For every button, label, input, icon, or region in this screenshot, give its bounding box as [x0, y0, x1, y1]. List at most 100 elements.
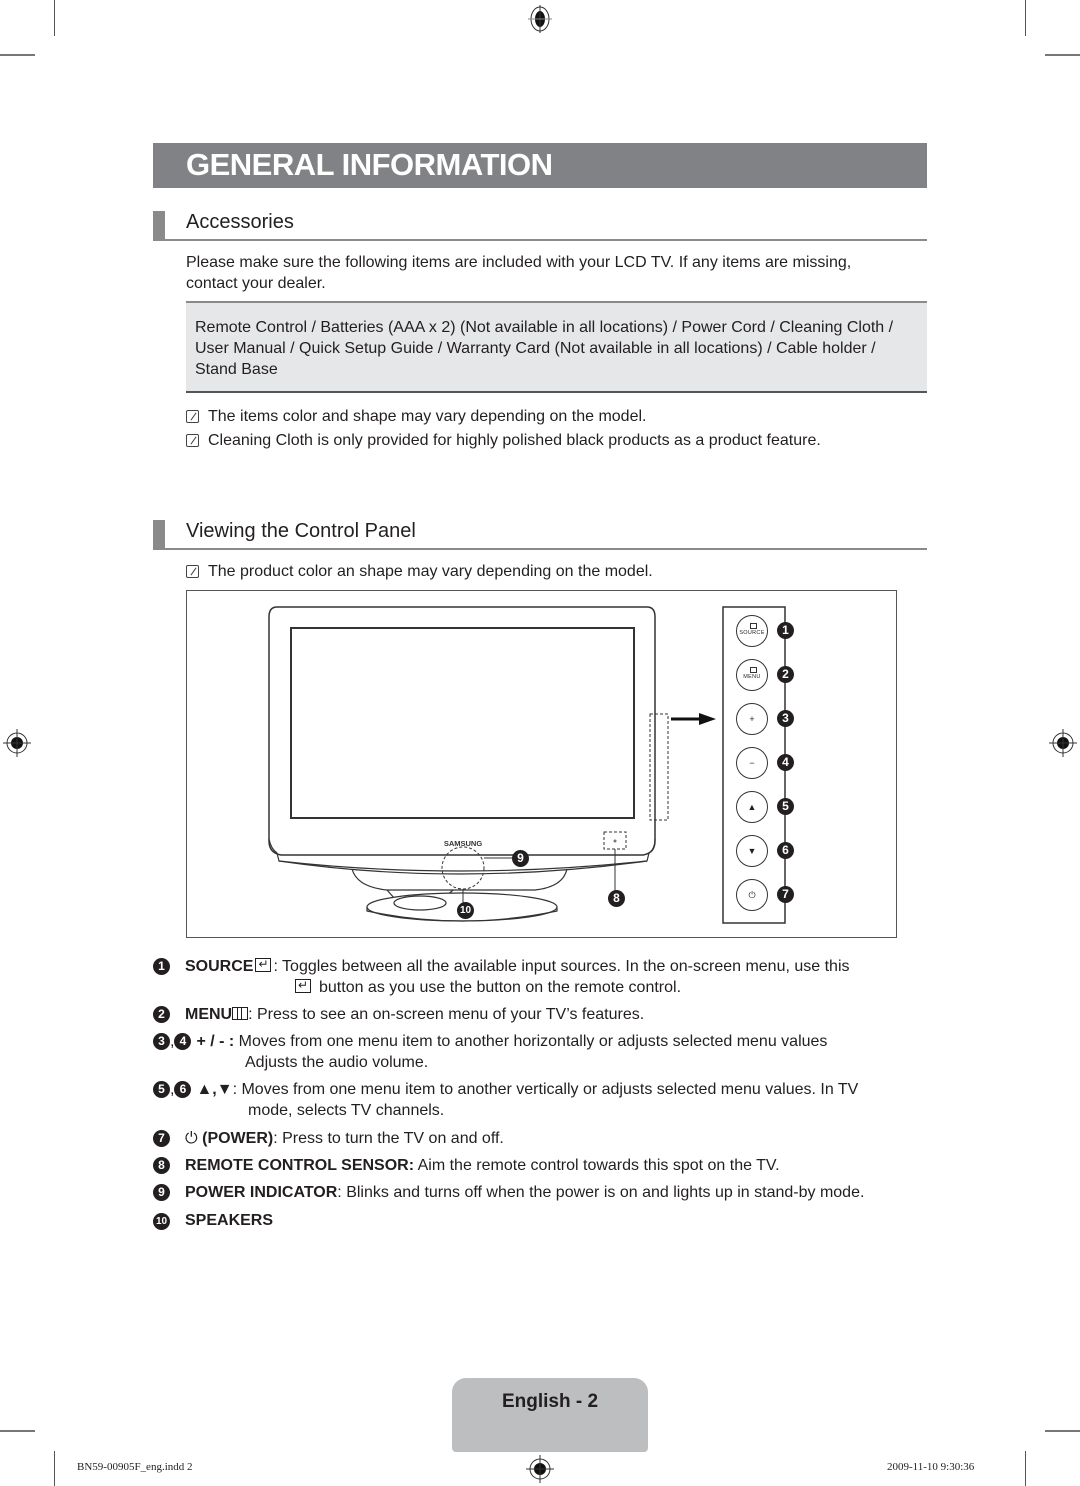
- callout-number: 10: [457, 902, 474, 919]
- section-heading-control-panel: Viewing the Control Panel: [153, 518, 927, 550]
- callout-number: 10: [153, 1213, 170, 1230]
- section-title: Accessories: [186, 211, 294, 233]
- page-title-bar: GENERAL INFORMATION: [153, 143, 927, 188]
- callout-numbers: 8: [153, 1157, 170, 1174]
- note-icon: [186, 434, 199, 447]
- callout-number: 7: [153, 1130, 170, 1147]
- accessories-items-list: Remote Control / Batteries (AAA x 2) (No…: [195, 319, 894, 378]
- crop-mark: [54, 0, 55, 36]
- description-item: 7 ⏻ (POWER): Press to turn the TV on and …: [153, 1128, 913, 1149]
- callout-numbers: 5,6: [153, 1081, 192, 1098]
- note-item: The product color an shape may vary depe…: [186, 562, 653, 582]
- callout-number: 8: [608, 890, 625, 907]
- callout-numbers: 1: [153, 958, 170, 975]
- callout-number: 5: [777, 798, 794, 815]
- callout-number: 5: [153, 1081, 170, 1098]
- description-text-continued: mode, selects TV channels.: [248, 1102, 445, 1119]
- note-text: The product color an shape may vary depe…: [208, 563, 653, 580]
- description-text: : Press to turn the TV on and off.: [273, 1130, 504, 1147]
- description-key: + / - :: [196, 1033, 235, 1050]
- callout-number: 9: [153, 1184, 170, 1201]
- callout-number: 6: [174, 1081, 192, 1098]
- description-key: SOURCE: [185, 958, 254, 975]
- crop-mark: [1045, 54, 1080, 56]
- source-icon: [295, 975, 311, 996]
- description-item: 9 POWER INDICATOR: Blinks and turns off w…: [153, 1182, 913, 1203]
- description-item: 1 SOURCE : Toggles between all the availab…: [153, 954, 913, 998]
- source-icon: [255, 954, 272, 975]
- crop-mark: [0, 1430, 35, 1432]
- description-text: : Blinks and turns off when the power is…: [337, 1184, 865, 1201]
- description-text: : Press to see an on-screen menu of your…: [248, 1006, 645, 1023]
- callout-numbers: 7: [153, 1130, 170, 1147]
- description-key: MENU: [185, 1006, 233, 1023]
- control-button-down-triangle[interactable]: ▼: [736, 835, 768, 867]
- callout-number: 3: [777, 710, 794, 727]
- callout-numbers: 10: [153, 1212, 170, 1230]
- callout-number: 4: [777, 754, 794, 771]
- description-text: Moves from one menu item to another hori…: [234, 1033, 828, 1050]
- menu-icon: MENU: [743, 674, 761, 680]
- callout-number: 7: [777, 886, 794, 903]
- power-icon: ⏻: [748, 890, 756, 900]
- section-title: Viewing the Control Panel: [186, 520, 416, 542]
- callout-number: 2: [153, 1006, 170, 1023]
- section-marker: [153, 211, 165, 241]
- source-icon: SOURCE: [739, 630, 765, 636]
- description-key: SPEAKERS: [185, 1212, 274, 1229]
- control-button-plus[interactable]: +: [736, 703, 768, 735]
- section-heading-accessories: Accessories: [153, 209, 927, 241]
- description-text-continued: button as you use the button on the remo…: [153, 975, 913, 998]
- note-icon: [186, 565, 199, 578]
- control-button-minus[interactable]: −: [736, 747, 768, 779]
- description-key: POWER INDICATOR: [185, 1184, 338, 1201]
- note-text: Cleaning Cloth is only provided for high…: [208, 432, 821, 449]
- callout-number: 1: [153, 958, 170, 975]
- crop-mark: [1025, 1451, 1026, 1486]
- tv-screen: [290, 627, 635, 819]
- callout-numbers: 3,4: [153, 1033, 192, 1050]
- up-triangle-icon: ▲: [747, 802, 757, 812]
- callout-numbers: 2: [153, 1006, 170, 1023]
- timestamp-slug: 2009-11-10 9:30:36: [887, 1461, 975, 1473]
- description-item: 5, 6 ▲,▼: Moves from one menu item to anot…: [153, 1079, 913, 1121]
- control-panel-diagram: SAMSUNG SOURCE 1 MENU 2 +3 − 4 ▲ 5 ▼ 6 ⏻ 7 9 8 10: [186, 590, 897, 938]
- description-key: ▲,▼: [196, 1081, 233, 1098]
- power-icon: ⏻: [185, 1130, 203, 1147]
- tv-brand-logo: SAMSUNG: [444, 839, 483, 848]
- accessories-intro: Please make sure the following items are…: [186, 254, 852, 292]
- minus-icon: −: [749, 758, 755, 768]
- description-text: : Moves from one menu item to another ve…: [232, 1081, 859, 1098]
- control-button-source[interactable]: SOURCE: [736, 615, 768, 647]
- control-button-power[interactable]: ⏻: [736, 879, 768, 911]
- down-triangle-icon: ▼: [747, 846, 757, 856]
- description-item: 3, 4 + / - : Moves from one menu item to a…: [153, 1031, 913, 1073]
- page-number-tab: English - 2: [452, 1378, 648, 1452]
- description-key: (POWER): [202, 1130, 274, 1147]
- control-button-menu[interactable]: MENU: [736, 659, 768, 691]
- section-marker: [153, 520, 165, 550]
- registration-mark-icon: [3, 729, 31, 757]
- page-number-label: English - 2: [501, 1391, 599, 1412]
- description-text: : Toggles between all the available inpu…: [273, 958, 850, 975]
- callout-numbers: 9: [153, 1184, 170, 1201]
- callout-number: 4: [174, 1033, 192, 1050]
- description-text: Aim the remote control towards this spot…: [414, 1157, 780, 1174]
- accessories-items-box: Remote Control / Batteries (AAA x 2) (No…: [186, 301, 927, 393]
- page-title: GENERAL INFORMATION: [186, 147, 553, 182]
- description-key: REMOTE CONTROL SENSOR:: [185, 1157, 415, 1174]
- registration-mark-icon: [1049, 729, 1077, 757]
- file-slug: BN59-00905F_eng.indd 2: [77, 1461, 193, 1473]
- callout-number: 6: [777, 842, 794, 859]
- note-icon: [186, 410, 199, 423]
- control-button-up-triangle[interactable]: ▲: [736, 791, 768, 823]
- callout-number: 2: [777, 666, 794, 683]
- crop-mark: [1025, 0, 1026, 36]
- description-item: 8 REMOTE CONTROL SENSOR: Aim the remote c…: [153, 1155, 913, 1176]
- registration-mark-icon: [526, 1455, 554, 1483]
- note-text: The items color and shape may vary depen…: [208, 408, 647, 425]
- callout-number: 3: [153, 1033, 170, 1050]
- registration-mark-icon: [528, 5, 552, 33]
- note-item: Cleaning Cloth is only provided for high…: [186, 431, 821, 451]
- callout-number: 9: [512, 850, 529, 867]
